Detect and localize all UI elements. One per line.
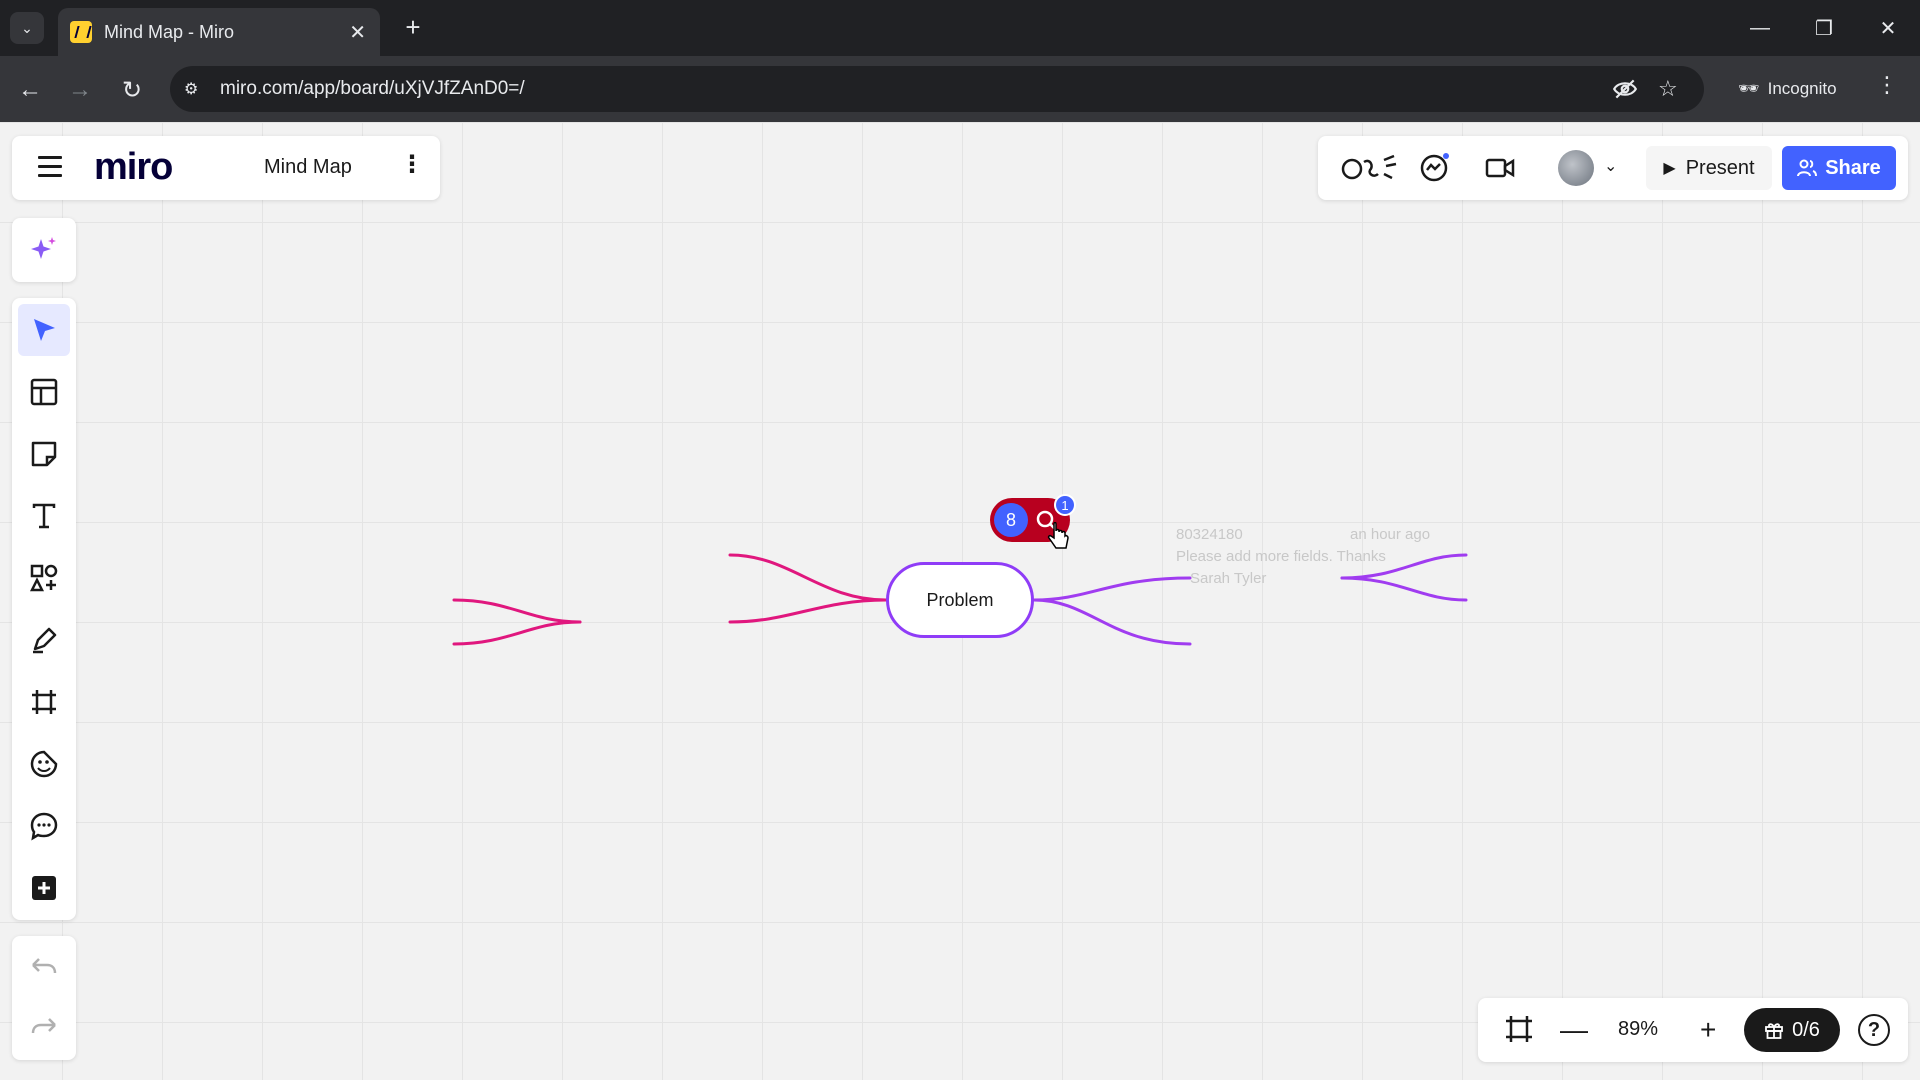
shapes-icon	[29, 564, 58, 592]
help-icon: ?	[1867, 1018, 1881, 1041]
comment-author-id: 80324180	[1176, 526, 1243, 543]
main-menu-icon[interactable]	[38, 156, 62, 180]
layout-template-icon	[30, 378, 58, 406]
branch-far-right-lower	[1340, 576, 1468, 602]
pen-icon	[33, 627, 57, 654]
branch-right-upper	[1032, 576, 1192, 602]
text-tool[interactable]	[18, 490, 70, 542]
onboarding-progress-label: 0/6	[1792, 1018, 1820, 1041]
comment-tool[interactable]	[18, 800, 70, 852]
gift-icon	[1765, 1023, 1783, 1039]
share-label: Share	[1825, 156, 1881, 179]
sticky-note-tool[interactable]	[18, 428, 70, 480]
user-avatar[interactable]	[1558, 150, 1594, 186]
redo-button[interactable]	[18, 1002, 70, 1054]
present-button[interactable]: ▶ Present	[1646, 146, 1772, 190]
comment-icon	[30, 812, 58, 841]
zoom-in-button[interactable]: +	[1700, 1014, 1716, 1046]
cursor-arrow-icon	[34, 319, 55, 341]
hand-cursor-icon	[1047, 522, 1069, 549]
zoom-level[interactable]: 89%	[1618, 1018, 1658, 1041]
stickers-tool[interactable]	[18, 738, 70, 790]
chat-icon[interactable]	[1418, 152, 1450, 191]
branch-left-lower	[728, 598, 888, 624]
miro-logo: miro	[94, 146, 173, 188]
notification-badge: 1	[1054, 494, 1076, 516]
branch-left-upper	[728, 553, 888, 602]
comment-author-name: Sarah Tyler	[1190, 570, 1267, 587]
comment-count: 8	[994, 503, 1028, 537]
reactions-icon[interactable]	[1340, 152, 1400, 191]
zoom-out-button[interactable]: —	[1560, 1014, 1588, 1046]
sticky-note-icon	[31, 441, 57, 467]
undo-icon	[32, 958, 57, 974]
branch-far-left-upper	[452, 598, 582, 624]
undo-button[interactable]	[18, 942, 70, 994]
select-tool[interactable]	[18, 304, 70, 356]
history-panel	[12, 936, 76, 1060]
more-apps-tool[interactable]	[18, 862, 70, 914]
sparkle-icon	[31, 237, 56, 259]
pen-tool[interactable]	[18, 614, 70, 666]
collaboration-toolbar: ⌄ ▶ Present Share	[1318, 136, 1908, 200]
text-icon	[32, 503, 56, 529]
users-icon	[1797, 159, 1818, 177]
board-title[interactable]: Mind Map	[264, 156, 352, 179]
board-options-icon[interactable]: ⋮	[400, 150, 424, 179]
branch-right-lower	[1032, 598, 1192, 646]
plus-square-icon	[32, 876, 56, 900]
chevron-down-icon[interactable]: ⌄	[1604, 156, 1617, 176]
redo-icon	[31, 1018, 56, 1034]
left-toolbar	[12, 298, 76, 920]
frame-tool[interactable]	[18, 676, 70, 728]
onboarding-progress-button[interactable]: 0/6	[1744, 1008, 1840, 1052]
video-call-icon[interactable]	[1484, 152, 1516, 191]
play-icon: ▶	[1663, 160, 1676, 177]
sticker-icon	[30, 750, 58, 778]
zoom-toolbar: — 89% + 0/6 ?	[1478, 998, 1908, 1062]
present-label: Present	[1685, 156, 1755, 179]
share-button[interactable]: Share	[1782, 146, 1896, 190]
shapes-tool[interactable]	[18, 552, 70, 604]
central-node-problem[interactable]: Problem	[886, 562, 1034, 638]
help-button[interactable]: ?	[1858, 1014, 1890, 1046]
comment-time: an hour ago	[1350, 526, 1431, 543]
comment-text: Please add more fields. Thanks	[1176, 548, 1386, 565]
branch-far-left-lower	[452, 620, 582, 646]
board-header-panel: miro Mind Map ⋮	[12, 136, 440, 200]
templates-tool[interactable]	[18, 366, 70, 418]
frame-fit-icon	[1506, 1016, 1532, 1042]
node-label: Problem	[926, 589, 994, 610]
ai-assist-button[interactable]	[12, 218, 76, 282]
fit-to-screen-button[interactable]	[1504, 1014, 1534, 1051]
frame-icon	[32, 690, 56, 714]
